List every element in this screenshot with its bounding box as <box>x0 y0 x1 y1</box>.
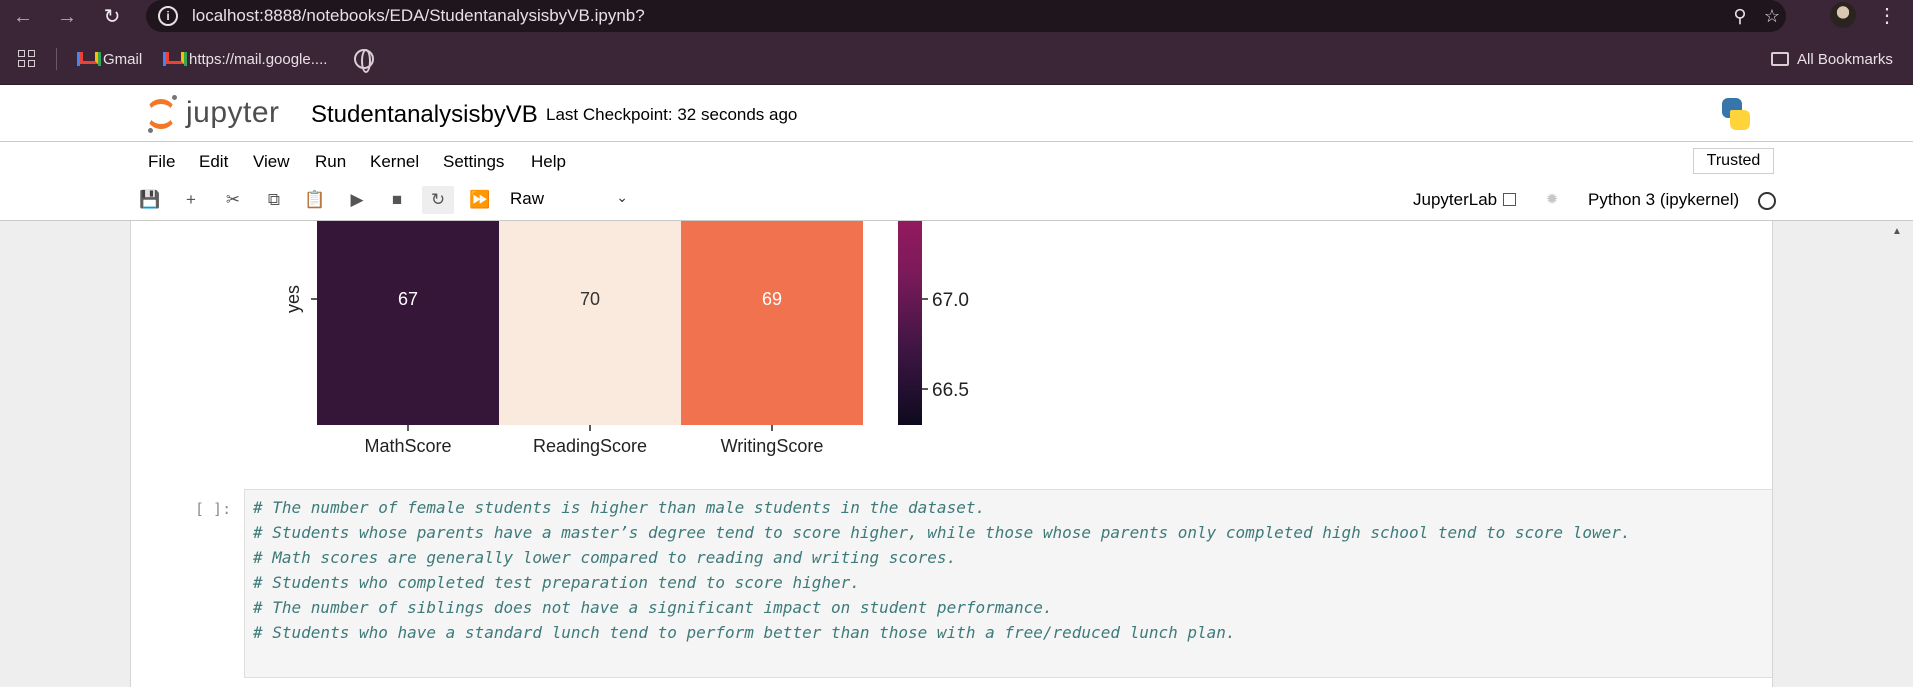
copy-icon[interactable]: ⧉ <box>258 186 290 214</box>
zoom-icon[interactable]: ⚲ <box>1728 4 1752 28</box>
last-checkpoint: Last Checkpoint: 32 seconds ago <box>546 105 798 124</box>
url-text[interactable]: localhost:8888/notebooks/EDA/Studentanal… <box>192 6 645 26</box>
menu-run[interactable]: Run <box>315 152 346 172</box>
reload-icon[interactable]: ↻ <box>97 2 127 32</box>
jupyter-logo-icon <box>146 99 176 129</box>
cut-icon[interactable]: ✂ <box>217 186 249 214</box>
notebook-panel: 67 MathScore 70 ReadingScore 69 WritingScore y… <box>130 221 1773 687</box>
bookmarks-bar: Gmail https://mail.google.... All Bookma… <box>0 34 1913 85</box>
menu-kernel[interactable]: Kernel <box>370 152 419 172</box>
stop-icon[interactable]: ■ <box>381 186 413 214</box>
site-info-icon[interactable]: i <box>158 6 178 26</box>
cell-prompt: [ ]: <box>195 500 232 518</box>
folder-icon <box>1771 52 1789 66</box>
menu-file[interactable]: File <box>148 152 175 172</box>
heatmap-cell <box>317 221 499 425</box>
apps-grid-icon[interactable] <box>18 50 36 68</box>
scroll-up-arrow[interactable]: ▲ <box>1892 226 1902 237</box>
bookmark-mail-google[interactable]: https://mail.google.... <box>163 49 327 71</box>
forward-icon[interactable]: → <box>52 2 82 32</box>
globe-icon[interactable] <box>354 49 374 73</box>
jupyter-header: jupyter StudentanalysisbyVB Last Checkpo… <box>0 85 1913 142</box>
x-tick-label: WritingScore <box>721 436 824 456</box>
code-line: # Students whose parents have a master’s… <box>253 523 1631 542</box>
colorbar-tick-label: 67.0 <box>932 290 969 311</box>
heatmap-cell <box>681 221 863 425</box>
cell-type-select[interactable]: Raw ⌄ <box>510 189 628 213</box>
kernel-name[interactable]: Python 3 (ipykernel) <box>1588 190 1739 210</box>
code-line: # Students who completed test preparatio… <box>253 573 860 592</box>
menu-view[interactable]: View <box>253 152 290 172</box>
heatmap-cell <box>499 221 681 425</box>
cell-type-value: Raw <box>510 189 545 208</box>
gmail-icon <box>77 52 101 66</box>
x-tick-label: ReadingScore <box>533 436 647 456</box>
all-bookmarks[interactable]: All Bookmarks <box>1771 49 1893 71</box>
menu-settings[interactable]: Settings <box>443 152 504 172</box>
trusted-badge[interactable]: Trusted <box>1693 148 1774 174</box>
profile-avatar[interactable] <box>1830 2 1856 28</box>
address-bar[interactable]: i localhost:8888/notebooks/EDA/Studentan… <box>146 0 1786 32</box>
all-bookmarks-label: All Bookmarks <box>1797 51 1893 68</box>
save-icon[interactable]: 💾 <box>134 186 166 214</box>
heatmap-cell-label: 69 <box>762 289 782 309</box>
browser-toolbar: ← → ↻ i localhost:8888/notebooks/EDA/Stu… <box>0 0 1913 34</box>
bookmark-label: https://mail.google.... <box>189 51 328 68</box>
heatmap-cell-label: 70 <box>580 289 600 309</box>
bookmark-label: Gmail <box>103 51 143 68</box>
notebook-title[interactable]: StudentanalysisbyVB <box>311 101 538 129</box>
colorbar-tick-label: 66.5 <box>932 380 969 401</box>
kernel-status-icon <box>1758 192 1776 210</box>
gmail-icon <box>163 52 187 66</box>
jupyter-logo-text: jupyter <box>186 96 280 129</box>
menu-edit[interactable]: Edit <box>199 152 228 172</box>
python-logo-icon <box>1718 96 1754 132</box>
restart-run-all-icon[interactable]: ⏩ <box>464 186 496 214</box>
paste-icon[interactable]: 📋 <box>299 186 331 214</box>
notebook-toolbar: 💾 + ✂ ⧉ 📋 ▶ ■ ↻ ⏩ Raw ⌄ JupyterLab ✹ Pyt… <box>0 179 1913 221</box>
add-cell-icon[interactable]: + <box>175 186 207 214</box>
star-icon[interactable]: ☆ <box>1760 4 1784 28</box>
y-tick-label: yes <box>283 285 303 313</box>
code-cell-editor[interactable]: # The number of female students is highe… <box>244 489 1772 678</box>
bookmarks-divider <box>56 48 57 70</box>
logo-dot <box>172 95 177 100</box>
jupyterlab-label: JupyterLab <box>1413 190 1498 209</box>
heatmap-chart: 67 MathScore 70 ReadingScore 69 WritingScore y… <box>283 221 969 456</box>
jupyterlab-link[interactable]: JupyterLab <box>1413 190 1517 210</box>
menu-help[interactable]: Help <box>531 152 566 172</box>
menu-bar: File Edit View Run Kernel Settings Help … <box>0 142 1913 179</box>
code-line: # The number of female students is highe… <box>253 498 986 517</box>
code-line: # The number of siblings does not have a… <box>253 598 1053 617</box>
x-tick-label: MathScore <box>364 436 451 456</box>
browser-menu-icon[interactable]: ⋮ <box>1877 2 1897 30</box>
colorbar <box>898 221 922 425</box>
debugger-icon[interactable]: ✹ <box>1545 192 1559 208</box>
code-line: # Students who have a standard lunch ten… <box>253 623 1236 642</box>
chevron-down-icon: ⌄ <box>616 189 628 205</box>
restart-icon[interactable]: ↻ <box>422 186 454 214</box>
run-icon[interactable]: ▶ <box>341 186 373 214</box>
back-icon[interactable]: ← <box>8 2 38 32</box>
jupyter-logo[interactable]: jupyter <box>146 95 296 133</box>
bookmark-gmail[interactable]: Gmail <box>77 49 142 71</box>
code-line: # Math scores are generally lower compar… <box>253 548 957 567</box>
heatmap-cell-label: 67 <box>398 289 418 309</box>
logo-dot <box>148 128 153 133</box>
external-link-icon <box>1503 193 1517 206</box>
